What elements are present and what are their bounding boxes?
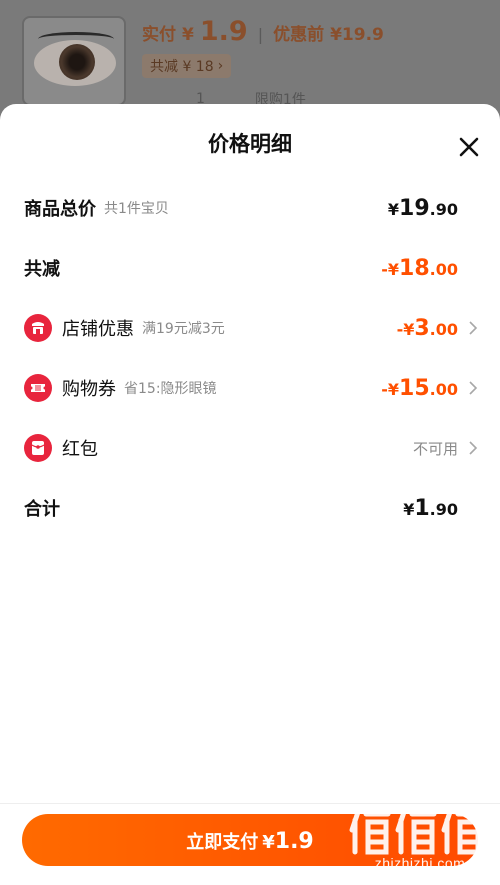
shop-int: 3 [414,315,430,341]
shop-price: -¥ 3 .00 [397,316,458,341]
chevron-right-icon [469,321,478,335]
shop-dec: .00 [429,319,458,339]
pay-divider: | [257,25,264,44]
red-packet-value: 不可用 [412,439,458,458]
pay-button-label: 立即支付 [186,832,259,853]
reduce-price: -¥ 18 .00 [381,256,458,281]
shop-icon [24,314,52,342]
pay-label: 实付 [142,25,176,45]
pay-button-yen: ¥ [262,832,275,853]
coupon-price: -¥ 15 .00 [381,376,458,401]
shop-sub: 满19元减3元 [142,321,225,337]
reduce-dec: .00 [429,259,458,279]
sum-label: 合计 [24,499,60,520]
total-sub: 共1件宝贝 [104,201,169,217]
row-red-packet[interactable]: 红包 不可用 [0,428,500,468]
reduce-label: 共减 [24,259,60,280]
original-label: 优惠前 [273,25,325,45]
sum-int: 1 [414,495,430,521]
sum-dec: .90 [429,499,458,519]
total-price: ¥ 19 .90 [388,196,458,221]
coupon-sub: 省15:隐形眼镜 [124,381,217,397]
pay-button-amount: 1.9 [274,829,314,854]
sheet-title: 价格明细 [208,132,292,156]
ticket-icon [24,374,52,402]
sum-yen: ¥ [403,499,415,519]
pay-amount: 1.9 [199,16,248,47]
row-shop-discount[interactable]: 店铺优惠 满19元减3元 -¥ 3 .00 [0,308,500,348]
sum-price: ¥ 1 .90 [403,496,458,521]
coupon-int: 15 [399,375,430,401]
footer-bar: 立即支付 ¥ 1.9 [0,803,500,885]
row-total-price: 商品总价 共1件宝贝 ¥ 19 .90 [0,188,500,228]
reduce-tag: 共减 ¥ 18 › [142,54,232,78]
reduce-prefix: -¥ [381,259,400,279]
reduce-int: 18 [399,255,430,281]
shop-prefix: -¥ [396,319,415,339]
coupon-dec: .00 [429,379,458,399]
close-icon [459,137,479,157]
shop-label: 店铺优惠 [62,319,134,340]
coupon-prefix: -¥ [381,379,400,399]
chevron-right-icon [469,381,478,395]
chevron-right-icon [469,441,478,455]
red-packet-label: 红包 [62,439,98,460]
reduce-tag-text: 共减 ¥ 18 [150,59,214,75]
original-price: ¥19.9 [330,25,384,45]
product-thumbnail [22,16,126,106]
total-yen: ¥ [387,199,400,219]
row-coupon[interactable]: 购物券 省15:隐形眼镜 -¥ 15 .00 [0,368,500,408]
coupon-label: 购物券 [62,379,116,400]
total-int: 19 [399,195,430,221]
red-packet-icon [24,434,52,462]
total-label: 商品总价 [24,199,96,220]
pay-yen: ¥ [182,25,194,45]
price-detail-sheet: 价格明细 商品总价 共1件宝贝 ¥ 19 .90 共减 -¥ 18 .00 店铺… [0,104,500,885]
close-button[interactable] [454,132,484,162]
total-dec: .90 [429,199,458,219]
red-packet-status: 不可用 [413,438,458,459]
watermark-text: zhizhizhi.com [374,855,466,871]
chevron-right-icon: › [217,58,224,74]
row-reduce: 共减 -¥ 18 .00 [0,248,500,288]
pay-summary: 实付 ¥ 1.9 | 优惠前 ¥19.9 [142,16,384,52]
row-sum: 合计 ¥ 1 .90 [0,488,500,528]
